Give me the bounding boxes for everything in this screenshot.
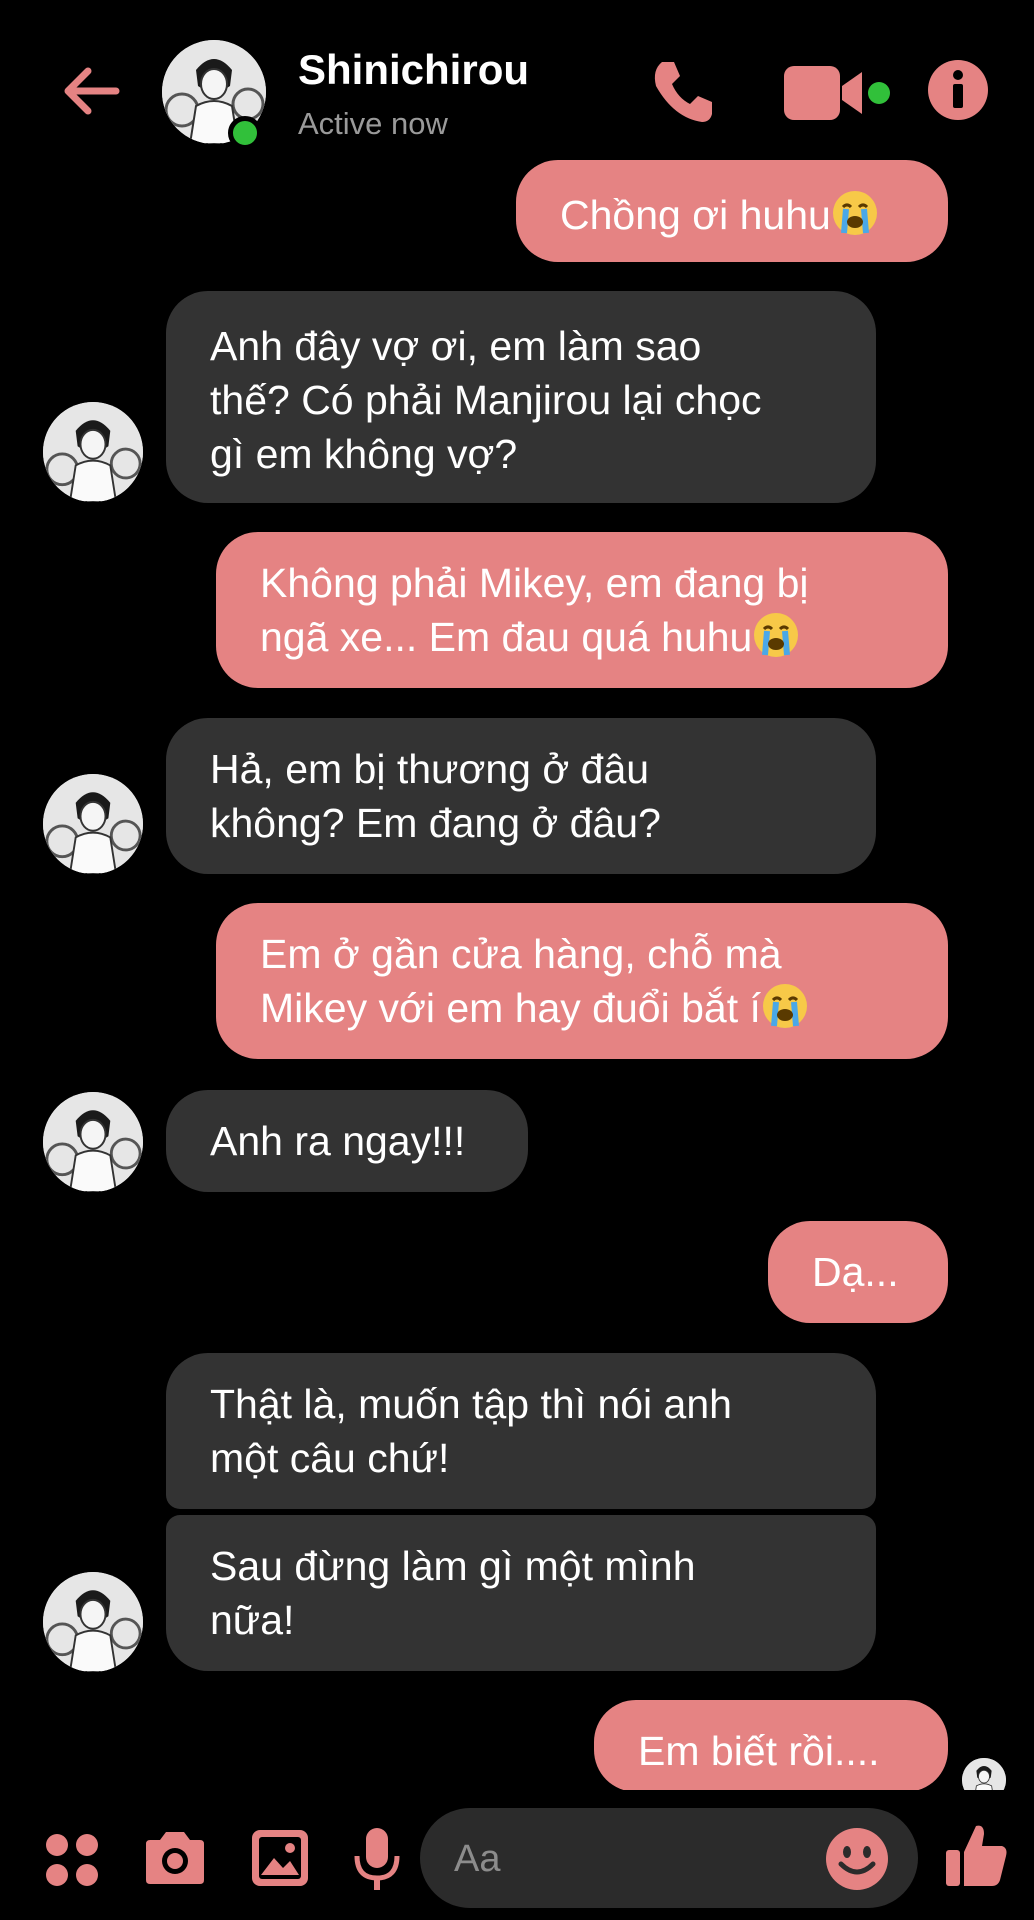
- crying-face-emoji: [754, 613, 799, 657]
- composer-bar: Aa: [0, 1790, 1034, 1920]
- contact-name[interactable]: Shinichirou: [298, 46, 529, 94]
- incoming-message[interactable]: Sau đừng làm gì một mình nữa!: [166, 1515, 876, 1671]
- back-arrow-icon[interactable]: [58, 58, 124, 124]
- sender-avatar[interactable]: [43, 1092, 143, 1192]
- sender-avatar[interactable]: [43, 774, 143, 874]
- microphone-icon[interactable]: [352, 1826, 402, 1892]
- apps-icon[interactable]: [44, 1832, 100, 1888]
- incoming-message[interactable]: Anh ra ngay!!!: [166, 1090, 528, 1192]
- message-input-placeholder: Aa: [454, 1838, 501, 1880]
- outgoing-message[interactable]: Không phải Mikey, em đang bị ngã xe... E…: [216, 532, 948, 688]
- incoming-message[interactable]: Hả, em bị thương ở đâu không? Em đang ở …: [166, 718, 876, 874]
- chat-header: Shinichirou Active now: [0, 0, 1034, 185]
- phone-icon[interactable]: [648, 56, 718, 126]
- sender-avatar[interactable]: [43, 402, 143, 502]
- incoming-message[interactable]: Anh đây vợ ơi, em làm sao thế? Có phải M…: [166, 291, 876, 503]
- outgoing-message[interactable]: Em ở gần cửa hàng, chỗ mà Mikey với em h…: [216, 903, 948, 1059]
- outgoing-message[interactable]: Chồng ơi huhu: [516, 160, 948, 262]
- outgoing-message[interactable]: Dạ...: [768, 1221, 948, 1323]
- info-icon[interactable]: [926, 58, 990, 122]
- incoming-message[interactable]: Thật là, muốn tập thì nói anh một câu ch…: [166, 1353, 876, 1509]
- contact-status: Active now: [298, 106, 448, 141]
- online-indicator: [228, 116, 262, 150]
- smile-icon[interactable]: [824, 1826, 890, 1892]
- outgoing-message[interactable]: Em biết rồi....: [594, 1700, 948, 1792]
- message-input[interactable]: Aa: [420, 1808, 918, 1908]
- video-camera-icon[interactable]: [782, 62, 892, 124]
- crying-face-emoji: [762, 984, 807, 1028]
- thumbs-up-icon[interactable]: [944, 1822, 1010, 1888]
- sender-avatar[interactable]: [43, 1572, 143, 1672]
- crying-face-emoji: [832, 191, 877, 235]
- gallery-icon[interactable]: [250, 1828, 310, 1888]
- camera-icon[interactable]: [142, 1830, 208, 1886]
